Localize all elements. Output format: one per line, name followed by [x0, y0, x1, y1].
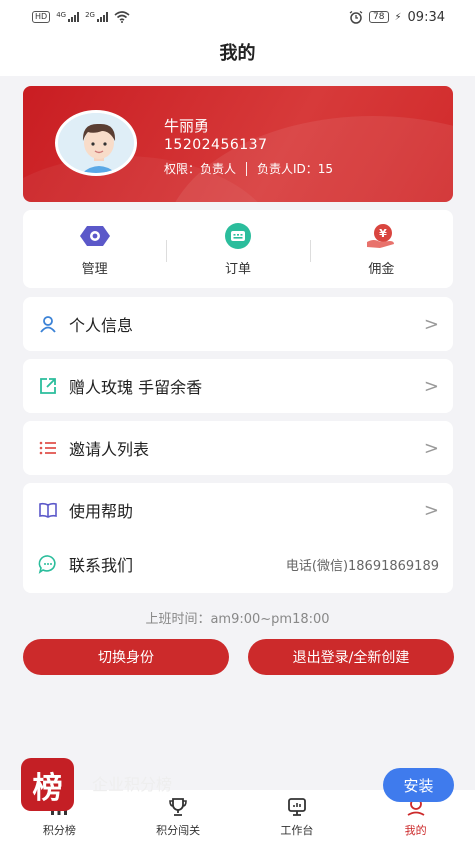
status-bar: HD 4G 2G 78 ⚡ 09:34	[0, 0, 475, 34]
menu-item-gift-roses[interactable]: 赠人玫瑰 手留余香 >	[23, 359, 453, 413]
contact-phone: 电话(微信)18691869189	[285, 558, 439, 574]
workbench-icon	[285, 796, 309, 818]
app-logo-icon[interactable]: 榜	[21, 758, 74, 811]
menu-item-contact[interactable]: 联系我们 电话(微信)18691869189	[23, 537, 453, 591]
menu-item-help[interactable]: 使用帮助 >	[23, 483, 453, 537]
quick-action-label: 管理	[81, 261, 108, 277]
book-icon	[37, 499, 59, 521]
alarm-icon	[349, 10, 363, 24]
menu-item-label: 邀请人列表	[69, 440, 150, 459]
menu-card-invitees: 邀请人列表 >	[23, 421, 453, 475]
manage-icon	[78, 222, 112, 250]
menu-item-label: 赠人玫瑰 手留余香	[69, 378, 203, 397]
install-button[interactable]: 安装	[383, 768, 454, 802]
manager-id-text: 负责人ID：15	[257, 162, 334, 176]
tab-label: 工作台	[280, 824, 314, 837]
quick-action-orders[interactable]: 订单	[166, 222, 309, 277]
tab-workbench[interactable]: 工作台	[238, 790, 357, 844]
switch-identity-button[interactable]: 切换身份	[23, 639, 229, 675]
quick-action-label: 订单	[224, 261, 251, 277]
menu-item-personal-info[interactable]: 个人信息 >	[23, 297, 453, 351]
tab-label: 我的	[404, 824, 427, 837]
chevron-right-icon: >	[423, 437, 439, 459]
work-hours-text: 上班时间：am9:00~pm18:00	[145, 612, 330, 627]
share-icon	[37, 375, 59, 397]
chevron-right-icon: >	[423, 313, 439, 335]
user-phone: 15202456137	[164, 137, 268, 153]
hd-badge: HD	[32, 11, 51, 23]
wifi-icon	[114, 11, 130, 23]
avatar[interactable]	[55, 110, 137, 176]
tab-label: 积分闯关	[156, 824, 201, 837]
logout-create-button[interactable]: 退出登录/全新创建	[248, 639, 454, 675]
permission-text: 权限：负责人	[164, 162, 237, 176]
signal-icon	[68, 12, 80, 22]
page-title: 我的	[0, 34, 475, 76]
chevron-right-icon: >	[423, 375, 439, 397]
charging-icon: ⚡	[394, 11, 402, 23]
svg-text:¥: ¥	[379, 227, 387, 240]
commission-icon: ¥	[364, 222, 398, 250]
tab-challenge[interactable]: 积分闯关	[119, 790, 238, 844]
chat-icon	[37, 553, 59, 575]
menu-item-label: 使用帮助	[69, 502, 134, 521]
promo-app-name: 企业积分榜	[92, 775, 173, 794]
clock-time: 09:34	[407, 9, 445, 25]
quick-actions: 管理 订单 ¥ 佣金	[23, 210, 453, 288]
signal-icon-2	[96, 12, 108, 22]
battery-level: 78	[369, 11, 389, 23]
menu-card-support: 使用帮助 > 联系我们 电话(微信)18691869189	[23, 483, 453, 593]
order-icon	[221, 222, 255, 250]
tab-label: 积分榜	[42, 824, 76, 837]
quick-action-commission[interactable]: ¥ 佣金	[309, 222, 453, 277]
menu-card-share: 赠人玫瑰 手留余香 >	[23, 359, 453, 413]
profile-card[interactable]: 牛丽勇 15202456137 权限：负责人 负责人ID：15	[23, 86, 453, 202]
list-icon	[37, 437, 59, 459]
divider	[246, 161, 248, 176]
network-type-1: 4G	[56, 11, 67, 19]
user-name: 牛丽勇	[164, 117, 210, 135]
quick-action-manage[interactable]: 管理	[23, 222, 166, 277]
menu-card-personal: 个人信息 >	[23, 297, 453, 351]
user-permission-line: 权限：负责人 负责人ID：15	[164, 160, 333, 177]
menu-item-invitee-list[interactable]: 邀请人列表 >	[23, 421, 453, 475]
menu-item-label: 联系我们	[69, 556, 134, 575]
person-icon	[37, 313, 59, 335]
network-type-2: 2G	[85, 11, 95, 19]
quick-action-label: 佣金	[368, 261, 395, 277]
menu-item-label: 个人信息	[69, 316, 134, 335]
chevron-right-icon: >	[423, 499, 439, 521]
trophy-icon	[166, 796, 190, 818]
